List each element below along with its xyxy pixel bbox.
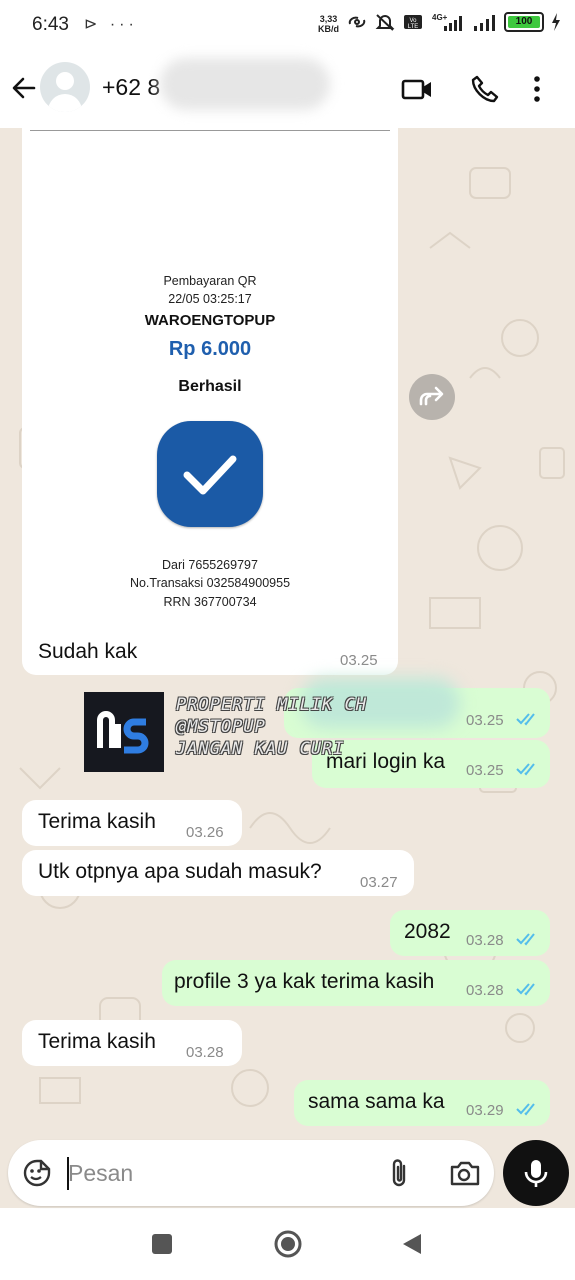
net-speed: 3,33 KB/d [318,14,339,34]
battery-level: 100 [508,16,540,28]
status-bar: 6:43 ⊳ ··· 3,33 KB/d Vo LTE 4G+ 100 [0,0,575,52]
svg-text:LTE: LTE [408,24,419,30]
message-text: sama sama ka [308,1090,445,1113]
watermark-text: PROPERTI MILIK CH @MSTOPUP JANGAN KAU CU… [176,694,367,760]
home-button[interactable] [272,1228,304,1260]
qr-payment-receipt-image[interactable]: Pembayaran QR 22/05 03:25:17 WAROENGTOPU… [25,128,395,636]
contact-name[interactable]: +62 8 [102,74,160,101]
incoming-image-message[interactable]: Pembayaran QR 22/05 03:25:17 WAROENGTOPU… [22,128,398,675]
message-time: 03.28 [466,932,504,949]
message-text: Sudah kak [38,640,138,663]
more-vert-icon[interactable] [530,74,544,104]
watermark-logo [84,692,164,772]
message-time: 03.29 [466,1102,504,1119]
sticker-icon[interactable] [22,1158,52,1188]
receipt-merchant: WAROENGTOPUP [144,312,276,329]
voice-call-icon[interactable] [470,74,500,104]
message-time: 03.28 [186,1044,224,1061]
status-time: 6:43 [32,14,69,35]
read-ticks-icon [516,713,535,726]
message-time: 03.27 [360,874,398,891]
recents-button[interactable] [150,1232,174,1256]
receipt-datetime: 22/05 03:25:17 [168,292,252,306]
camera-icon[interactable] [448,1158,480,1188]
receipt-amount: Rp 6.000 [168,338,252,360]
watermark-line2: @MSTOPUP [176,717,266,737]
success-check-icon [157,421,263,527]
message-text: Terima kasih [38,810,156,833]
net-speed-unit: KB/d [318,24,339,34]
outgoing-message[interactable]: sama sama ka 03.29 [294,1080,550,1126]
message-time: 03.25 [340,652,378,669]
status-right-icons: Vo LTE 4G+ 100 [346,12,562,32]
forward-icon [419,386,444,406]
back-arrow-icon[interactable] [10,74,38,102]
voice-record-button[interactable] [503,1140,569,1206]
mic-icon [524,1160,548,1187]
read-ticks-icon [516,763,535,776]
message-text: Utk otpnya apa sudah masuk? [38,860,322,883]
back-button[interactable] [400,1232,424,1256]
incoming-message[interactable]: Utk otpnya apa sudah masuk? 03.27 [22,850,414,896]
receipt-transaction-no: No.Transaksi 032584900955 [129,576,291,590]
attach-icon[interactable] [386,1156,412,1190]
message-time: 03.25 [466,712,504,729]
net-speed-value: 3,33 [319,14,338,24]
incoming-message[interactable]: Terima kasih 03.26 [22,800,242,846]
incoming-message[interactable]: Terima kasih 03.28 [22,1020,242,1066]
message-text: profile 3 ya kak terima kasih [174,970,435,993]
message-text: 2082 [404,920,451,943]
watermark-line3: JANGAN KAU CURI [176,739,345,759]
signal-icon [474,15,495,31]
volte-icon: VoLTE [404,15,422,30]
battery-icon: 100 [504,12,544,32]
message-time: 03.26 [186,824,224,841]
svg-text:4G+: 4G+ [432,13,448,22]
outgoing-message[interactable]: 2082 03.28 [390,910,550,956]
message-text: Terima kasih [38,1030,156,1053]
read-ticks-icon [516,933,535,946]
message-time: 03.28 [466,982,504,999]
message-composer[interactable] [8,1140,494,1206]
redacted-name-blur [160,58,330,110]
status-notification-icons: ⊳ ··· [84,16,138,33]
watermark-line1: PROPERTI MILIK CH [176,695,367,715]
receipt-title: Pembayaran QR [163,274,257,288]
chat-header: +62 8 [0,52,575,128]
mute-icon [375,14,395,31]
hotspot-link-icon [348,16,366,28]
receipt-from: Dari 7655269797 [162,558,258,572]
receipt-status: Berhasil [178,378,242,395]
video-call-icon[interactable] [401,74,433,104]
forward-button[interactable] [409,374,455,420]
system-navigation-bar [0,1210,575,1280]
read-ticks-icon [516,1103,535,1116]
charging-icon [552,13,560,31]
chat-area[interactable]: Pembayaran QR 22/05 03:25:17 WAROENGTOPU… [0,128,575,1208]
outgoing-message[interactable]: profile 3 ya kak terima kasih 03.28 [162,960,550,1006]
message-input[interactable] [68,1158,368,1188]
read-ticks-icon [516,983,535,996]
signal-4g-icon: 4G+ [432,13,462,31]
receipt-rrn: RRN 367700734 [163,595,257,609]
message-time: 03.25 [466,762,504,779]
avatar[interactable] [40,62,90,112]
